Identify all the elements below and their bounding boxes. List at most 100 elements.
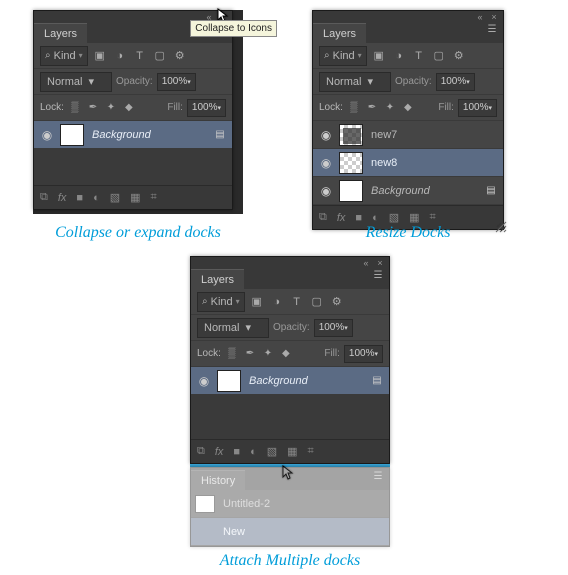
link-icon[interactable]: ⧉ (319, 211, 327, 224)
folder-icon[interactable]: ▧ (389, 211, 399, 224)
panel-menu-icon[interactable]: ☰ (485, 24, 499, 38)
blend-mode-select[interactable]: Normal ▾ (40, 72, 112, 92)
chevron-down-icon: ▾ (358, 51, 362, 60)
kind-select[interactable]: ⌕ Kind ▾ (40, 46, 88, 66)
fill-field[interactable]: 100% ▾ (187, 99, 226, 117)
lock-all-icon[interactable]: ◆ (401, 102, 415, 113)
visibility-icon[interactable]: ◉ (195, 374, 213, 388)
adjust-icon[interactable]: ◐ (372, 212, 379, 224)
collapse-icon[interactable]: « (359, 258, 373, 266)
layer-name[interactable]: new7 (367, 129, 499, 141)
panel-menu-icon[interactable]: ☰ (371, 270, 385, 284)
layer-name[interactable]: new8 (367, 157, 499, 169)
filter-image-icon[interactable]: ▣ (249, 294, 265, 310)
trash-icon[interactable]: ⌗ (151, 191, 157, 204)
lock-pixels-icon[interactable]: ✒ (365, 102, 379, 113)
blend-row: Normal ▾ Opacity: 100% ▾ (313, 69, 503, 95)
new-layer-icon[interactable]: ▦ (287, 445, 297, 458)
collapse-icon[interactable]: « (202, 12, 216, 20)
opacity-value: 100% (319, 322, 345, 333)
visibility-icon[interactable]: ◉ (317, 156, 335, 170)
filter-text-icon[interactable]: T (289, 294, 305, 310)
folder-icon[interactable]: ▧ (267, 445, 277, 458)
fx-icon[interactable]: fx (337, 212, 346, 224)
lock-transparent-icon[interactable]: ▒ (225, 348, 239, 359)
layer-new8[interactable]: ◉ new8 (313, 149, 503, 177)
trash-icon[interactable]: ⌗ (308, 445, 314, 458)
opacity-field[interactable]: 100% ▾ (436, 73, 475, 91)
trash-icon[interactable]: ⌗ (430, 211, 436, 224)
adjust-icon[interactable]: ◐ (250, 446, 257, 458)
tab-history[interactable]: History (191, 470, 245, 490)
filter-shape-icon[interactable]: ▢ (309, 294, 325, 310)
layer-background[interactable]: ◉ Background ▤ (191, 367, 389, 395)
kind-select[interactable]: ⌕ Kind ▾ (197, 292, 245, 312)
tab-layers[interactable]: Layers (191, 269, 244, 289)
filter-adjust-icon[interactable]: ◑ (112, 48, 128, 64)
opacity-field[interactable]: 100% ▾ (314, 319, 353, 337)
mask-icon[interactable]: ■ (76, 192, 83, 204)
filter-text-icon[interactable]: T (132, 48, 148, 64)
lock-pixels-icon[interactable]: ✒ (243, 348, 257, 359)
fill-field[interactable]: 100% ▾ (458, 99, 497, 117)
lock-position-icon[interactable]: ✦ (104, 102, 118, 113)
new-layer-icon[interactable]: ▦ (130, 191, 140, 204)
kind-select[interactable]: ⌕ Kind ▾ (319, 46, 367, 66)
layer-thumbnail[interactable] (217, 370, 241, 392)
layer-background[interactable]: ◉ Background ▤ (313, 177, 503, 205)
lock-all-icon[interactable]: ◆ (122, 102, 136, 113)
lock-transparent-icon[interactable]: ▒ (347, 102, 361, 113)
lock-pixels-icon[interactable]: ✒ (86, 102, 100, 113)
opacity-field[interactable]: 100% ▾ (157, 73, 196, 91)
layer-thumbnail[interactable] (339, 124, 363, 146)
link-icon[interactable]: ⧉ (40, 191, 48, 204)
filter-adjust-icon[interactable]: ◑ (391, 48, 407, 64)
blend-mode-select[interactable]: Normal ▾ (197, 318, 269, 338)
folder-icon[interactable]: ▧ (110, 191, 120, 204)
lock-position-icon[interactable]: ✦ (383, 102, 397, 113)
lock-position-icon[interactable]: ✦ (261, 348, 275, 359)
layer-thumbnail[interactable] (60, 124, 84, 146)
layer-thumbnail[interactable] (339, 152, 363, 174)
lock-transparent-icon[interactable]: ▒ (68, 102, 82, 113)
collapse-icon[interactable]: « (473, 12, 487, 20)
history-document[interactable]: Untitled-2 (191, 490, 389, 518)
panel-menu-icon[interactable]: ☰ (371, 471, 385, 485)
lock-all-icon[interactable]: ◆ (279, 348, 293, 359)
chevron-down-icon: ▾ (488, 104, 492, 112)
layer-name[interactable]: Background (367, 185, 479, 197)
tab-layers[interactable]: Layers (313, 23, 366, 43)
filter-image-icon[interactable]: ▣ (371, 48, 387, 64)
layer-name[interactable]: Background (245, 375, 365, 387)
filter-smart-icon[interactable]: ⚙ (451, 48, 467, 64)
fill-field[interactable]: 100% ▾ (344, 345, 383, 363)
close-icon[interactable]: × (373, 258, 387, 266)
mask-icon[interactable]: ■ (355, 212, 362, 224)
fx-icon[interactable]: fx (58, 192, 67, 204)
fill-value: 100% (192, 102, 218, 113)
visibility-icon[interactable]: ◉ (38, 128, 56, 142)
mask-icon[interactable]: ■ (233, 446, 240, 458)
filter-text-icon[interactable]: T (411, 48, 427, 64)
tab-layers[interactable]: Layers (34, 23, 87, 43)
layer-name[interactable]: Background (88, 129, 208, 141)
layer-thumbnail[interactable] (339, 180, 363, 202)
link-icon[interactable]: ⧉ (197, 445, 205, 458)
new-layer-icon[interactable]: ▦ (409, 211, 419, 224)
history-state[interactable]: New (191, 518, 389, 546)
layer-background[interactable]: ◉ Background ▤ (34, 121, 232, 149)
filter-adjust-icon[interactable]: ◑ (269, 294, 285, 310)
filter-smart-icon[interactable]: ⚙ (329, 294, 345, 310)
close-icon[interactable]: × (487, 12, 501, 20)
adjust-icon[interactable]: ◐ (93, 192, 100, 204)
tooltip-collapse: Collapse to Icons (190, 20, 277, 37)
filter-shape-icon[interactable]: ▢ (431, 48, 447, 64)
visibility-icon[interactable]: ◉ (317, 184, 335, 198)
fx-icon[interactable]: fx (215, 446, 224, 458)
visibility-icon[interactable]: ◉ (317, 128, 335, 142)
layer-new7[interactable]: ◉ new7 (313, 121, 503, 149)
filter-shape-icon[interactable]: ▢ (152, 48, 168, 64)
blend-mode-select[interactable]: Normal ▾ (319, 72, 391, 92)
filter-smart-icon[interactable]: ⚙ (172, 48, 188, 64)
filter-image-icon[interactable]: ▣ (92, 48, 108, 64)
